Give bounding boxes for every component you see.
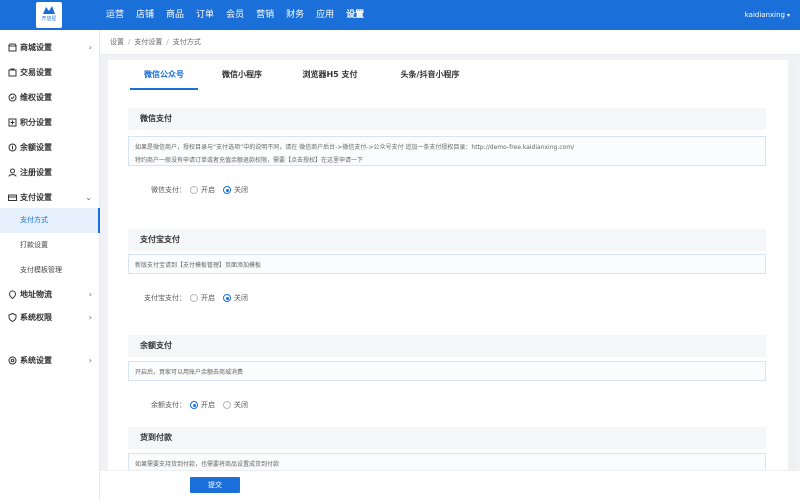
sidebar-item-label: 商城设置 bbox=[20, 43, 52, 52]
balance-pay-off-radio[interactable]: 关闭 bbox=[223, 400, 248, 410]
balance-pay-field: 余额支付： bbox=[128, 400, 186, 414]
sidebar-item-label: 余额设置 bbox=[20, 143, 52, 152]
sidebar-item-label: 交易设置 bbox=[20, 68, 52, 77]
section-title-balance-pay: 余额支付 bbox=[128, 335, 766, 357]
alipay-label: 支付宝支付： bbox=[144, 294, 186, 302]
nav-orders[interactable]: 订单 bbox=[190, 0, 220, 30]
radio-circle-icon bbox=[223, 401, 231, 409]
gear-icon bbox=[8, 356, 17, 365]
tab-toutiao-douyin[interactable]: 头条/抖音小程序 bbox=[384, 60, 476, 90]
wechat-pay-label: 微信支付： bbox=[151, 186, 186, 194]
sidebar-item-system-permission[interactable]: 系统权限 › bbox=[0, 305, 100, 330]
wechat-pay-field: 微信支付： bbox=[128, 185, 186, 199]
sidebar-item-register-settings[interactable]: 注册设置 bbox=[0, 160, 100, 185]
sidebar-item-label: 积分设置 bbox=[20, 118, 52, 127]
permission-icon bbox=[8, 313, 17, 322]
store-icon bbox=[8, 43, 17, 52]
main-content: 微信公众号 微信小程序 浏览器H5 支付 头条/抖音小程序 微信支付 如果是微信… bbox=[108, 60, 788, 500]
vertical-scrollbar[interactable] bbox=[790, 60, 796, 470]
radio-checked-icon bbox=[223, 186, 231, 194]
tab-wechat-miniprogram[interactable]: 微信小程序 bbox=[208, 60, 276, 90]
trade-icon bbox=[8, 68, 17, 77]
sidebar-item-label: 注册设置 bbox=[20, 168, 52, 177]
balance-pay-label: 余额支付： bbox=[151, 401, 186, 409]
balance-icon bbox=[8, 143, 17, 152]
sidebar-item-payment-settings[interactable]: 支付设置 ⌄ bbox=[0, 185, 100, 210]
sidebar-subitem-payment-template[interactable]: 支付模板管理 bbox=[0, 258, 100, 283]
wechat-pay-notice: 如果是微信商户，授权目录与“支付选项”中的说明不同，请在 微信商户后台->微信支… bbox=[128, 136, 766, 166]
chevron-down-icon: ▾ bbox=[786, 12, 790, 19]
breadcrumb-item-payment-methods: 支付方式 bbox=[172, 38, 201, 46]
sidebar-item-label: 系统权限 bbox=[20, 313, 52, 322]
sidebar-item-system-settings[interactable]: 系统设置 › bbox=[0, 348, 100, 373]
tab-browser-h5[interactable]: 浏览器H5 支付 bbox=[288, 60, 372, 90]
wechat-pay-notice-line: 特约商户一般没有申请订单或者充值余额退款权限，需要【点击授权】在这里申请一下 bbox=[135, 157, 364, 164]
logo-text: 开店星 bbox=[41, 16, 57, 22]
alipay-notice: 新版支付宝请到【支付模板管理】页面添加模板 bbox=[128, 254, 766, 274]
sidebar-item-points-settings[interactable]: 积分设置 bbox=[0, 110, 100, 135]
payment-channel-tabs: 微信公众号 微信小程序 浏览器H5 支付 头条/抖音小程序 bbox=[108, 60, 788, 90]
register-icon bbox=[8, 168, 17, 177]
breadcrumb-separator: / bbox=[166, 38, 169, 46]
nav-products[interactable]: 商品 bbox=[160, 0, 190, 30]
main-nav: 运营 店铺 商品 订单 会员 营销 财务 应用 设置 bbox=[100, 0, 370, 30]
top-navigation-bar: 开店星 运营 店铺 商品 订单 会员 营销 财务 应用 设置 kaidianxi… bbox=[0, 0, 800, 30]
radio-checked-icon bbox=[223, 294, 231, 302]
radio-circle-icon bbox=[190, 294, 198, 302]
tab-wechat-official[interactable]: 微信公众号 bbox=[130, 60, 198, 90]
chevron-right-icon: › bbox=[88, 290, 92, 299]
points-icon bbox=[8, 118, 17, 127]
payment-icon bbox=[8, 194, 17, 201]
nav-marketing[interactable]: 营销 bbox=[250, 0, 280, 30]
logo-mark-icon bbox=[43, 6, 55, 14]
breadcrumb-item-settings[interactable]: 设置 bbox=[110, 38, 124, 46]
sidebar: 商城设置 › 交易设置 维权设置 积分设置 余额设置 注册设置 支付设置 ⌄ 支… bbox=[0, 30, 100, 500]
alipay-on-radio[interactable]: 开启 bbox=[190, 293, 215, 303]
balance-pay-on-radio[interactable]: 开启 bbox=[190, 400, 215, 410]
chevron-down-icon: ⌄ bbox=[85, 193, 92, 202]
chevron-right-icon: › bbox=[88, 43, 92, 52]
wechat-pay-on-radio[interactable]: 开启 bbox=[190, 185, 215, 195]
sidebar-subitem-payout-settings[interactable]: 打款设置 bbox=[0, 233, 100, 258]
sidebar-item-label: 维权设置 bbox=[20, 93, 52, 102]
logistics-icon bbox=[8, 290, 17, 299]
section-title-wechat-pay: 微信支付 bbox=[128, 108, 766, 130]
sidebar-item-label: 支付设置 bbox=[20, 193, 52, 202]
section-title-alipay: 支付宝支付 bbox=[128, 229, 766, 251]
sidebar-item-label: 系统设置 bbox=[20, 356, 52, 365]
sidebar-item-balance-settings[interactable]: 余额设置 bbox=[0, 135, 100, 160]
nav-members[interactable]: 会员 bbox=[220, 0, 250, 30]
nav-settings[interactable]: 设置 bbox=[340, 0, 370, 30]
breadcrumb-item-payment-settings[interactable]: 支付设置 bbox=[134, 38, 162, 46]
chevron-right-icon: › bbox=[88, 356, 92, 365]
nav-apps[interactable]: 应用 bbox=[310, 0, 340, 30]
sidebar-item-rights-settings[interactable]: 维权设置 bbox=[0, 85, 100, 110]
nav-operations[interactable]: 运营 bbox=[100, 0, 130, 30]
submit-button[interactable]: 提交 bbox=[190, 477, 240, 493]
username: kaidianxing bbox=[744, 11, 785, 19]
sidebar-item-store-settings[interactable]: 商城设置 › bbox=[0, 35, 100, 60]
chevron-right-icon: › bbox=[88, 313, 92, 322]
breadcrumb-separator: / bbox=[128, 38, 131, 46]
wechat-pay-notice-line: 如果是微信商户，授权目录与“支付选项”中的说明不同，请在 微信商户后台->微信支… bbox=[135, 144, 575, 151]
sidebar-item-trade-settings[interactable]: 交易设置 bbox=[0, 60, 100, 85]
radio-circle-icon bbox=[190, 186, 198, 194]
rights-icon bbox=[8, 93, 17, 102]
nav-store[interactable]: 店铺 bbox=[130, 0, 160, 30]
sidebar-subitem-payment-methods[interactable]: 支付方式 bbox=[0, 208, 100, 233]
alipay-field: 支付宝支付： bbox=[128, 293, 186, 307]
nav-finance[interactable]: 财务 bbox=[280, 0, 310, 30]
bottom-action-bar: 提交 bbox=[100, 470, 800, 500]
wechat-pay-off-radio[interactable]: 关闭 bbox=[223, 185, 248, 195]
alipay-off-radio[interactable]: 关闭 bbox=[223, 293, 248, 303]
balance-pay-notice: 开启后，買家可以用账户余额去商城消费 bbox=[128, 361, 766, 381]
user-menu[interactable]: kaidianxing ▾ bbox=[745, 0, 790, 31]
breadcrumb: 设置 / 支付设置 / 支付方式 bbox=[100, 30, 800, 55]
sidebar-item-label: 地址物流 bbox=[20, 290, 52, 299]
radio-checked-icon bbox=[190, 401, 198, 409]
section-title-cash-on-delivery: 货到付款 bbox=[128, 427, 766, 449]
cod-notice: 如果需要支持货到付款，也需要将商品设置成货到付款 bbox=[128, 453, 766, 471]
brand-logo[interactable]: 开店星 bbox=[36, 2, 62, 28]
sidebar-item-address-logistics[interactable]: 地址物流 › bbox=[0, 282, 100, 307]
